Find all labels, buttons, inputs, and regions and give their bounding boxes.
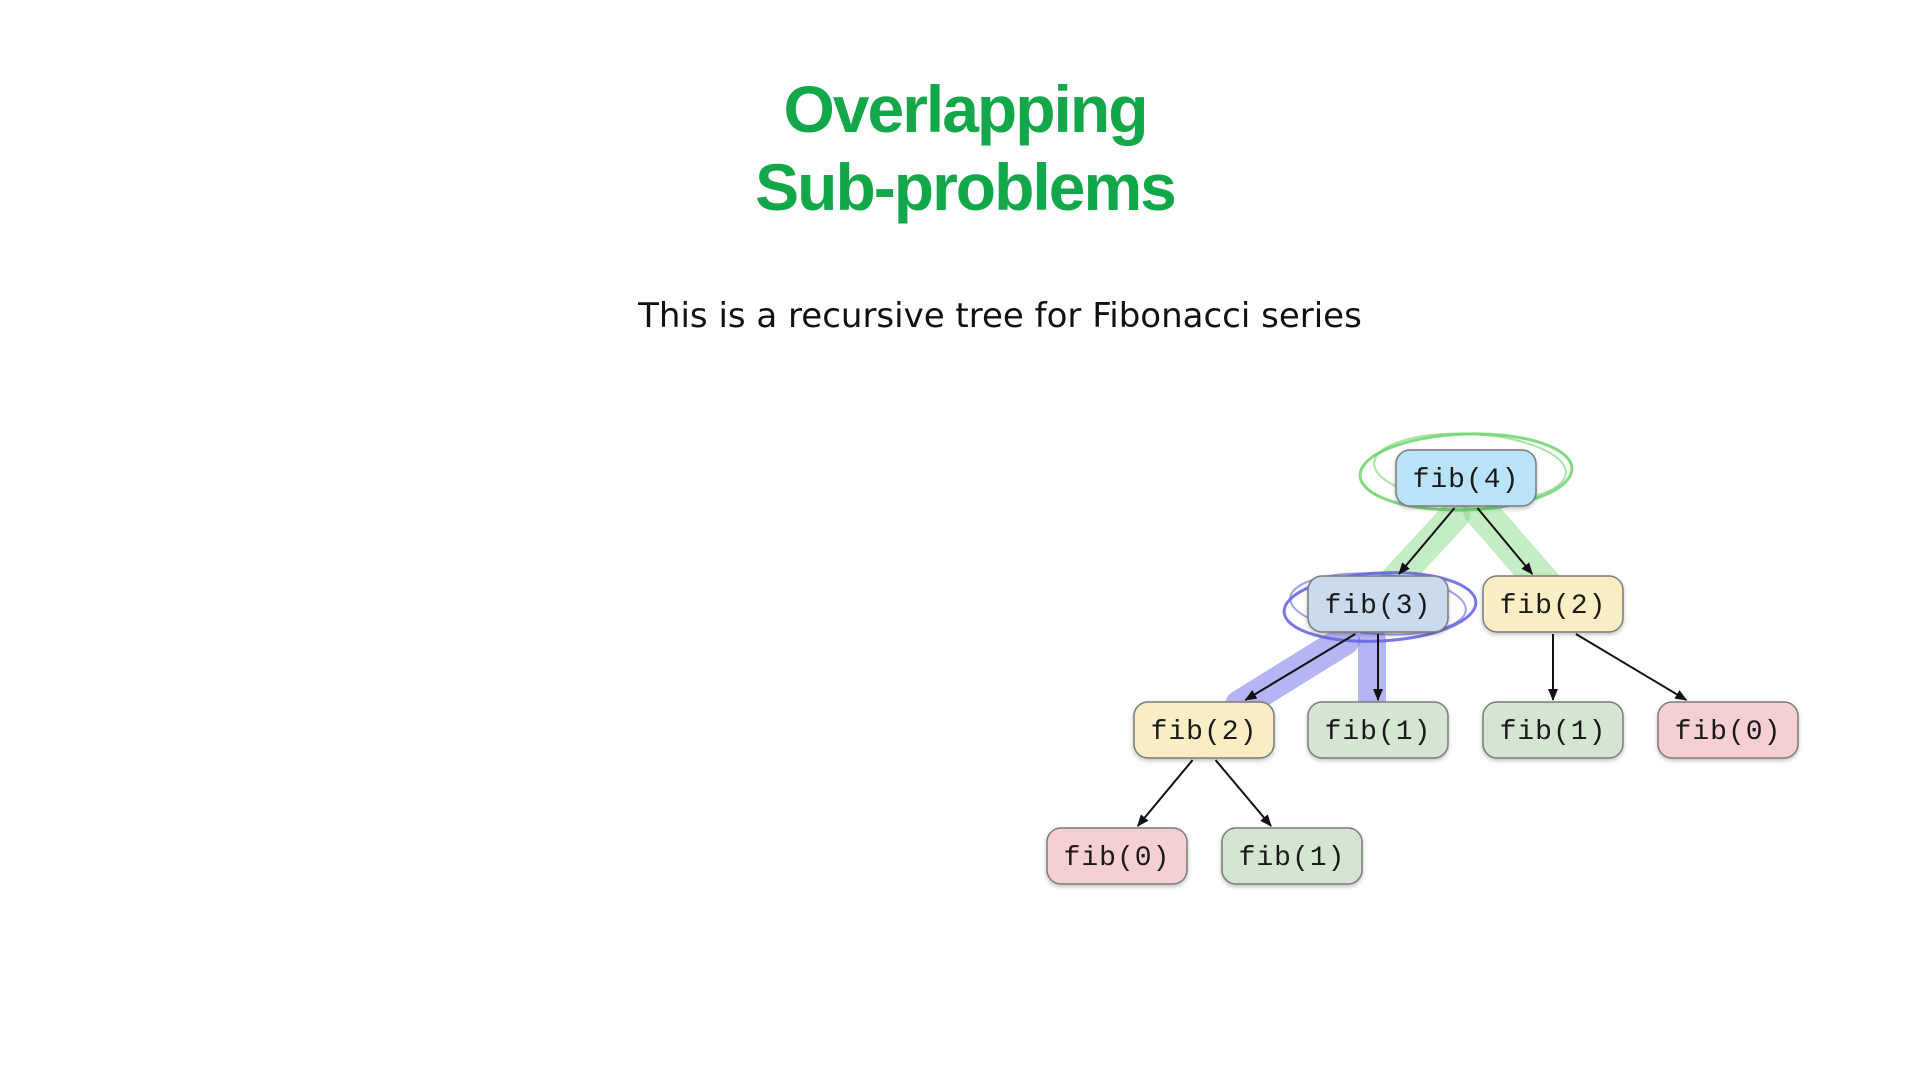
node-label: fib(1): [1239, 843, 1346, 874]
tree-node: fib(1): [1221, 827, 1363, 885]
node-label: fib(0): [1064, 843, 1171, 874]
edge-n2a-n1c: [1214, 759, 1272, 827]
edge-n3-n2a: [1244, 633, 1356, 701]
green-highlight-left: [1380, 500, 1470, 595]
node-label: fib(0): [1675, 717, 1782, 748]
tree-node: fib(2): [1482, 575, 1624, 633]
tree-node: fib(0): [1046, 827, 1188, 885]
edge-n2a-n0a: [1136, 759, 1194, 827]
node-label: fib(3): [1325, 591, 1432, 622]
green-highlight-right: [1463, 493, 1562, 602]
node-layer: fib(4) fib(3) fib(2) fib(2) fib(1) fib(1) fib(…: [1046, 449, 1799, 885]
node-label: fib(1): [1500, 717, 1607, 748]
node-label: fib(1): [1325, 717, 1432, 748]
edge-n2b-n0b: [1575, 633, 1688, 701]
node-label: fib(4): [1413, 465, 1520, 496]
tree-node: fib(3): [1307, 575, 1449, 633]
tree-node: fib(1): [1307, 701, 1449, 759]
tree-node: fib(0): [1657, 701, 1799, 759]
tree-node: fib(4): [1395, 449, 1537, 507]
fibonacci-recursion-tree: fib(4) fib(3) fib(2) fib(2) fib(1) fib(1) fib(…: [1046, 432, 1799, 885]
tree-node: fib(2): [1133, 701, 1275, 759]
node-label: fib(2): [1500, 591, 1607, 622]
tree-node: fib(1): [1482, 701, 1624, 759]
node-label: fib(2): [1151, 717, 1258, 748]
